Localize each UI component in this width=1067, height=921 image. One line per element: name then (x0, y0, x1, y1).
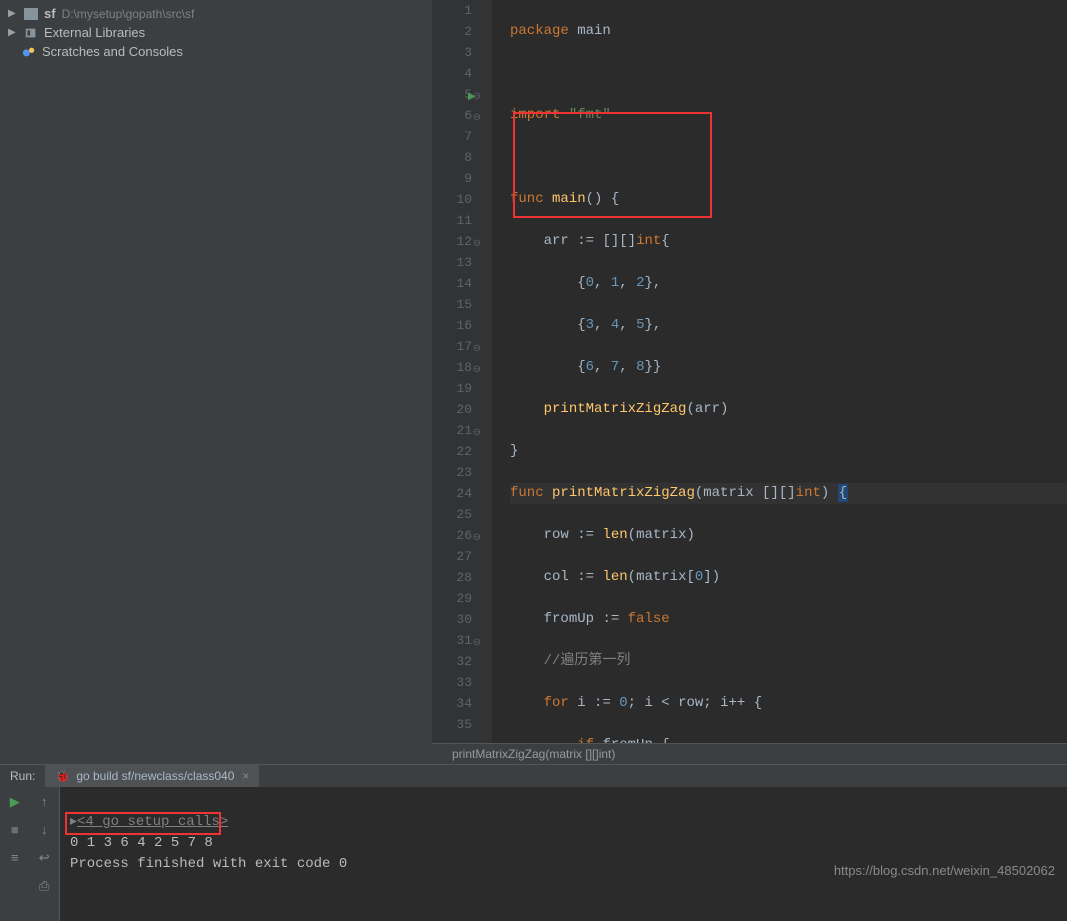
up-button[interactable]: ↑ (35, 793, 53, 811)
scratch-icon (22, 45, 36, 59)
external-libs-label: External Libraries (44, 25, 145, 40)
breadcrumb-text: printMatrixZigZag(matrix [][]int) (452, 747, 615, 761)
folder-label: sf (44, 6, 56, 21)
run-header: Run: 🐞 go build sf/newclass/class040 × (0, 765, 1067, 787)
chevron-right-icon: ▶ (8, 27, 22, 38)
run-sidebar: ▶ ■ ≡ ↑ ↓ ↩ ⎙ (0, 787, 60, 921)
run-tab[interactable]: 🐞 go build sf/newclass/class040 × (45, 765, 259, 787)
down-button[interactable]: ↓ (35, 821, 53, 839)
layout-button[interactable]: ≡ (6, 849, 24, 867)
watermark: https://blog.csdn.net/weixin_48502062 (834, 863, 1055, 878)
breadcrumb[interactable]: printMatrixZigZag(matrix [][]int) (432, 743, 1067, 764)
tree-item-sf[interactable]: ▶ sf D:\mysetup\gopath\src\sf (0, 4, 432, 23)
console-setup: ▸<4 go setup calls> (70, 814, 228, 830)
tree-item-external-libs[interactable]: ▶ External Libraries (0, 23, 432, 42)
stop-button[interactable]: ■ (6, 821, 24, 839)
close-icon[interactable]: × (242, 769, 249, 783)
code-content[interactable]: package main import "fmt" func main() { … (492, 0, 1067, 743)
line-gutter: 1 2 3 4 5▶⊖ 6⊖ 7 8 9 10 11 12⊖ 13 14 15 … (432, 0, 492, 743)
run-tab-label: go build sf/newclass/class040 (76, 769, 234, 783)
folder-path: D:\mysetup\gopath\src\sf (62, 7, 195, 21)
console-output[interactable]: ▸<4 go setup calls> 0 1 3 6 4 2 5 7 8 Pr… (60, 787, 1067, 921)
print-button[interactable]: ⎙ (35, 877, 53, 895)
folder-icon (24, 8, 38, 20)
code-editor[interactable]: 1 2 3 4 5▶⊖ 6⊖ 7 8 9 10 11 12⊖ 13 14 15 … (432, 0, 1067, 764)
wrap-button[interactable]: ↩ (35, 849, 53, 867)
bug-icon: 🐞 (55, 769, 70, 783)
chevron-right-icon: ▶ (8, 8, 22, 19)
library-icon (24, 26, 38, 40)
console-result: 0 1 3 6 4 2 5 7 8 (70, 835, 221, 851)
scratches-label: Scratches and Consoles (42, 44, 183, 59)
rerun-button[interactable]: ▶ (6, 793, 24, 811)
run-label: Run: (0, 769, 45, 783)
project-tree[interactable]: ▶ sf D:\mysetup\gopath\src\sf ▶ External… (0, 0, 432, 764)
console-exit: Process finished with exit code 0 (70, 856, 347, 872)
tree-item-scratches[interactable]: Scratches and Consoles (0, 42, 432, 61)
